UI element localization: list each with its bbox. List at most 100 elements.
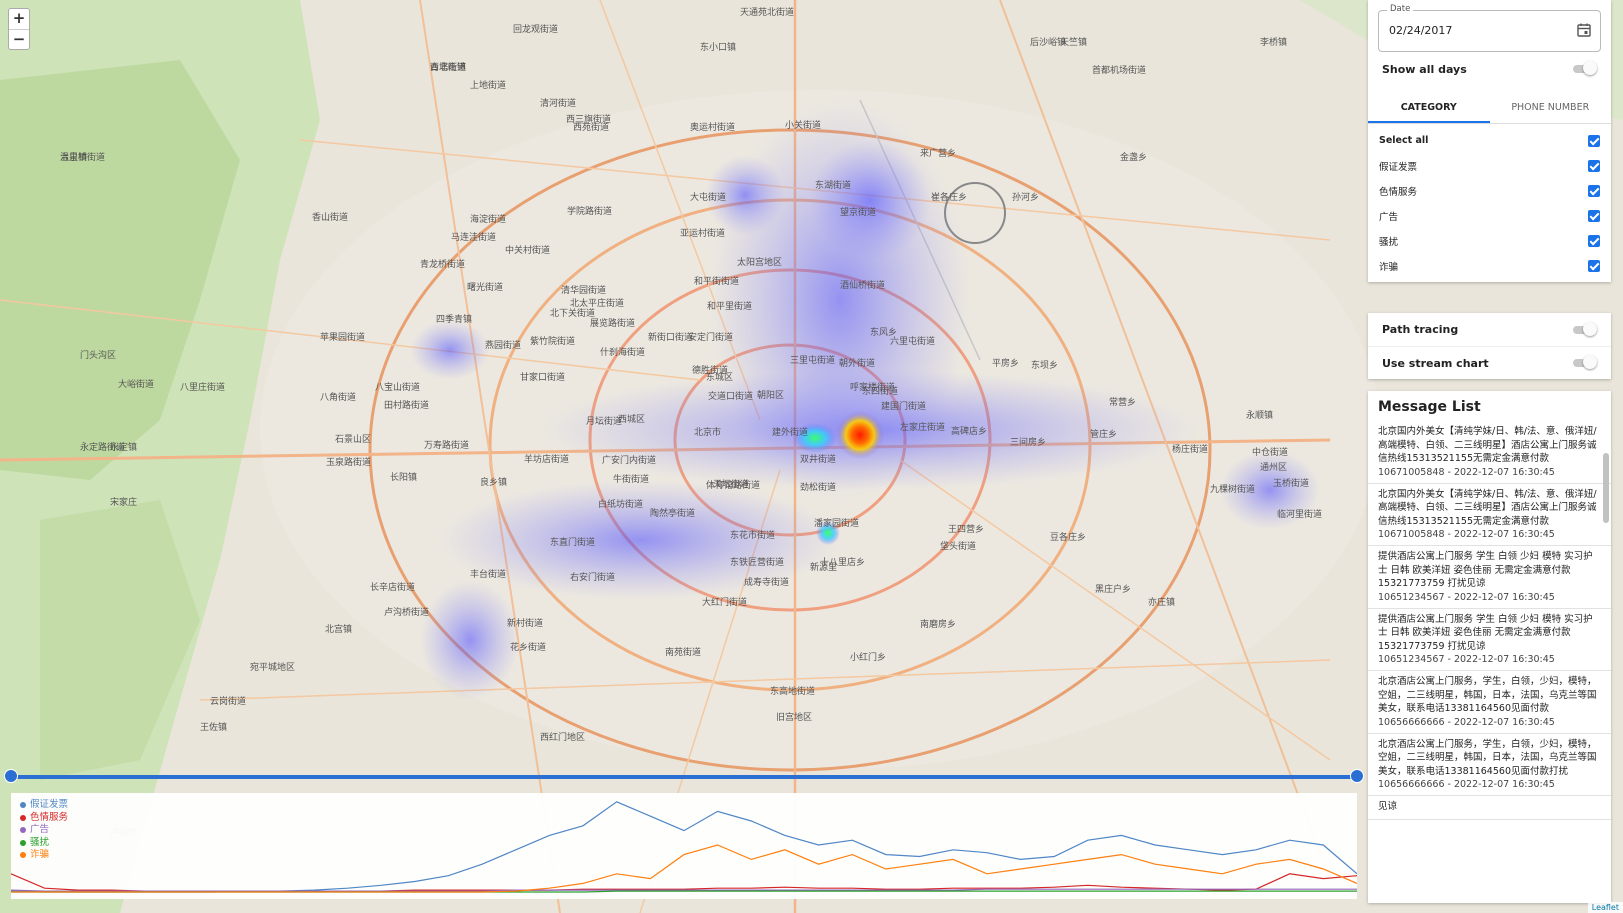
category-label: 骚扰 bbox=[1379, 236, 1399, 248]
map-place-label: 西城区 bbox=[618, 415, 646, 425]
map-place-label: 小关街道 bbox=[785, 121, 822, 131]
map-place-label: 和平街街道 bbox=[694, 277, 740, 287]
date-label: Date bbox=[1387, 4, 1414, 14]
map-place-label: 六里屯街道 bbox=[890, 337, 936, 347]
slider-end-handle[interactable] bbox=[1350, 769, 1364, 783]
options-panel: Path tracing Use stream chart bbox=[1368, 313, 1611, 379]
zoom-control: + − bbox=[8, 8, 30, 50]
map-place-label: 马连洼街道 bbox=[451, 233, 497, 243]
map-place-label: 西红门地区 bbox=[540, 733, 586, 743]
message-text: 北京国内外美女【清纯学妹/日、韩/法、意、俄洋妞/高端模特、白领、二三线明星】酒… bbox=[1378, 426, 1597, 464]
series-line-0 bbox=[10, 801, 1358, 893]
checkbox-checked[interactable] bbox=[1588, 259, 1600, 272]
map-place-label: 四季青镇 bbox=[436, 315, 473, 325]
map-place-label: 丰台街道 bbox=[470, 570, 507, 580]
message-item[interactable]: 北京酒店公寓上门服务，学生，白领，少妇，模特，空姐，二三线明星，韩国，日本，法国… bbox=[1368, 734, 1611, 796]
message-list-panel: Message List 北京国内外美女【清纯学妹/日、韩/法、意、俄洋妞/高端… bbox=[1368, 391, 1611, 903]
checkbox-checked[interactable] bbox=[1588, 159, 1600, 172]
map-place-label: 牛街街道 bbox=[613, 475, 650, 485]
map-place-label: 左家庄街道 bbox=[900, 423, 946, 433]
map-place-label: 奥运村街道 bbox=[690, 123, 736, 133]
message-text: 北京酒店公寓上门服务，学生，白领，少妇，模特，空姐，二三线明星，韩国，日本，法国… bbox=[1378, 738, 1597, 777]
zoom-out-button[interactable]: − bbox=[9, 29, 29, 49]
map-place-label: 三里屯街道 bbox=[790, 356, 836, 366]
map-place-label: 黑庄户乡 bbox=[1095, 585, 1132, 595]
category-item[interactable]: 诈骗 bbox=[1368, 253, 1611, 278]
map-place-label: 望京街道 bbox=[840, 208, 877, 218]
map-place-label: 和平里街道 bbox=[707, 302, 753, 312]
map-place-label: 月坛街道 bbox=[586, 417, 623, 427]
legend-label: 假证发票 bbox=[30, 799, 69, 810]
message-list-title: Message List bbox=[1378, 399, 1481, 415]
legend-item: 诈骗 bbox=[20, 849, 68, 862]
message-list[interactable]: 北京国内外美女【清纯学妹/日、韩/法、意、俄洋妞/高端模特、白领、二三线明星】酒… bbox=[1368, 421, 1611, 820]
calendar-icon[interactable] bbox=[1576, 22, 1592, 38]
message-item[interactable]: 北京国内外美女【清纯学妹/日、韩/法、意、俄洋妞/高端模特、白领、二三线明星】酒… bbox=[1368, 421, 1611, 484]
tab-phone-number[interactable]: PHONE NUMBER bbox=[1490, 92, 1612, 123]
map-place-label: 什刹海街道 bbox=[600, 348, 646, 358]
time-range-slider[interactable] bbox=[11, 775, 1357, 779]
message-text: 提供酒店公寓上门服务 学生 白领 少妇 模特 实习护士 日韩 欧美洋妞 姿色佳丽… bbox=[1378, 613, 1593, 652]
stream-chart-switch[interactable] bbox=[1571, 355, 1597, 369]
map-place-label: 金盏乡 bbox=[1120, 153, 1148, 163]
message-list-scrollbar[interactable] bbox=[1603, 431, 1609, 901]
zoom-in-button[interactable]: + bbox=[9, 9, 29, 29]
date-picker[interactable]: Date 02/24/2017 bbox=[1378, 4, 1601, 52]
map-place-label: 东高地街道 bbox=[770, 687, 816, 697]
message-item[interactable]: 提供酒店公寓上门服务 学生 白领 少妇 模特 实习护士 日韩 欧美洋妞 姿色佳丽… bbox=[1368, 546, 1611, 609]
map-place-label: 云岗街道 bbox=[210, 697, 247, 707]
map-place-label: 亦庄镇 bbox=[1148, 598, 1176, 608]
map-place-label: 酒仙桥街道 bbox=[840, 281, 886, 291]
date-value[interactable]: 02/24/2017 bbox=[1389, 24, 1452, 37]
message-meta: 10651234567 - 2022-12-07 16:30:45 bbox=[1378, 591, 1555, 603]
map-place-label: 体育馆路街道 bbox=[706, 481, 761, 491]
map-place-label: 建外街道 bbox=[772, 428, 809, 438]
map-place-label: 展览路街道 bbox=[590, 319, 636, 329]
message-meta: 10656666666 - 2022-12-07 16:30:45 bbox=[1378, 779, 1555, 790]
category-item[interactable]: 广告 bbox=[1368, 203, 1611, 228]
legend-item: 骚扰 bbox=[20, 837, 68, 850]
legend-item: 广告 bbox=[20, 824, 68, 837]
message-item[interactable]: 见谅 bbox=[1368, 796, 1611, 820]
checkbox-checked[interactable] bbox=[1588, 184, 1600, 197]
message-item[interactable]: 北京国内外美女【清纯学妹/日、韩/法、意、俄洋妞/高端模特、白领、二三线明星】酒… bbox=[1368, 484, 1611, 546]
map-place-label: 管庄乡 bbox=[1090, 430, 1118, 440]
control-panel: Date 02/24/2017 Show all days CATEGORY P… bbox=[1368, 0, 1611, 282]
tab-category[interactable]: CATEGORY bbox=[1368, 92, 1490, 123]
show-all-days-switch[interactable] bbox=[1571, 61, 1597, 75]
map-place-label: 北京市 bbox=[694, 428, 722, 438]
map-attribution[interactable]: Leaflet bbox=[1587, 902, 1623, 913]
legend-label: 骚扰 bbox=[30, 836, 50, 848]
checkbox-checked[interactable] bbox=[1588, 134, 1600, 147]
map-place-label: 朝外街道 bbox=[839, 359, 876, 369]
map-place-label: 首都机场街道 bbox=[1092, 66, 1147, 76]
category-item[interactable]: 骚扰 bbox=[1368, 228, 1611, 253]
message-item[interactable]: 北京酒店公寓上门服务，学生，白领，少妇，模特，空姐，二三线明星，韩国，日本，法国… bbox=[1368, 671, 1611, 734]
map-place-label: 清华园街道 bbox=[561, 286, 607, 296]
slider-start-handle[interactable] bbox=[4, 769, 18, 783]
map-place-label: 王四营乡 bbox=[948, 525, 985, 535]
map-place-label: 玉泉路街道 bbox=[326, 458, 372, 468]
category-item[interactable]: 假证发票 bbox=[1368, 153, 1611, 178]
map-place-label: 李桥镇 bbox=[1260, 38, 1288, 48]
map-place-label: 陶然亭街道 bbox=[650, 509, 696, 519]
map-place-label: 万寿路街道 bbox=[424, 441, 470, 451]
message-text: 北京酒店公寓上门服务，学生，白领，少妇，模特，空姐，二三线明星，韩国，日本，法国… bbox=[1378, 676, 1597, 714]
checkbox-checked[interactable] bbox=[1588, 234, 1600, 247]
map-place-label: 石景山区 bbox=[335, 435, 372, 445]
map-place-label: 东小口镇 bbox=[700, 43, 737, 53]
map-place-label: 八角街道 bbox=[320, 393, 357, 403]
category-select-all[interactable]: Select all bbox=[1368, 128, 1611, 153]
map-place-label: 良乡镇 bbox=[480, 478, 508, 488]
stream-chart-label: Use stream chart bbox=[1382, 356, 1489, 370]
path-tracing-switch[interactable] bbox=[1571, 321, 1597, 336]
path-tracing-label: Path tracing bbox=[1382, 323, 1459, 336]
category-item[interactable]: 色情服务 bbox=[1368, 178, 1611, 203]
map-place-label: 中仓街道 bbox=[1252, 448, 1289, 458]
message-item[interactable]: 提供酒店公寓上门服务 学生 白领 少妇 模特 实习护士 日韩 欧美洋妞 姿色佳丽… bbox=[1368, 609, 1611, 671]
legend-dot bbox=[20, 802, 26, 809]
message-meta: 10656666666 - 2022-12-07 16:30:45 bbox=[1378, 716, 1555, 728]
chart-legend: 假证发票 色情服务 广告 骚扰 诈骗 bbox=[20, 799, 68, 862]
checkbox-checked[interactable] bbox=[1588, 209, 1600, 222]
map-place-label: 上地街道 bbox=[470, 81, 507, 91]
